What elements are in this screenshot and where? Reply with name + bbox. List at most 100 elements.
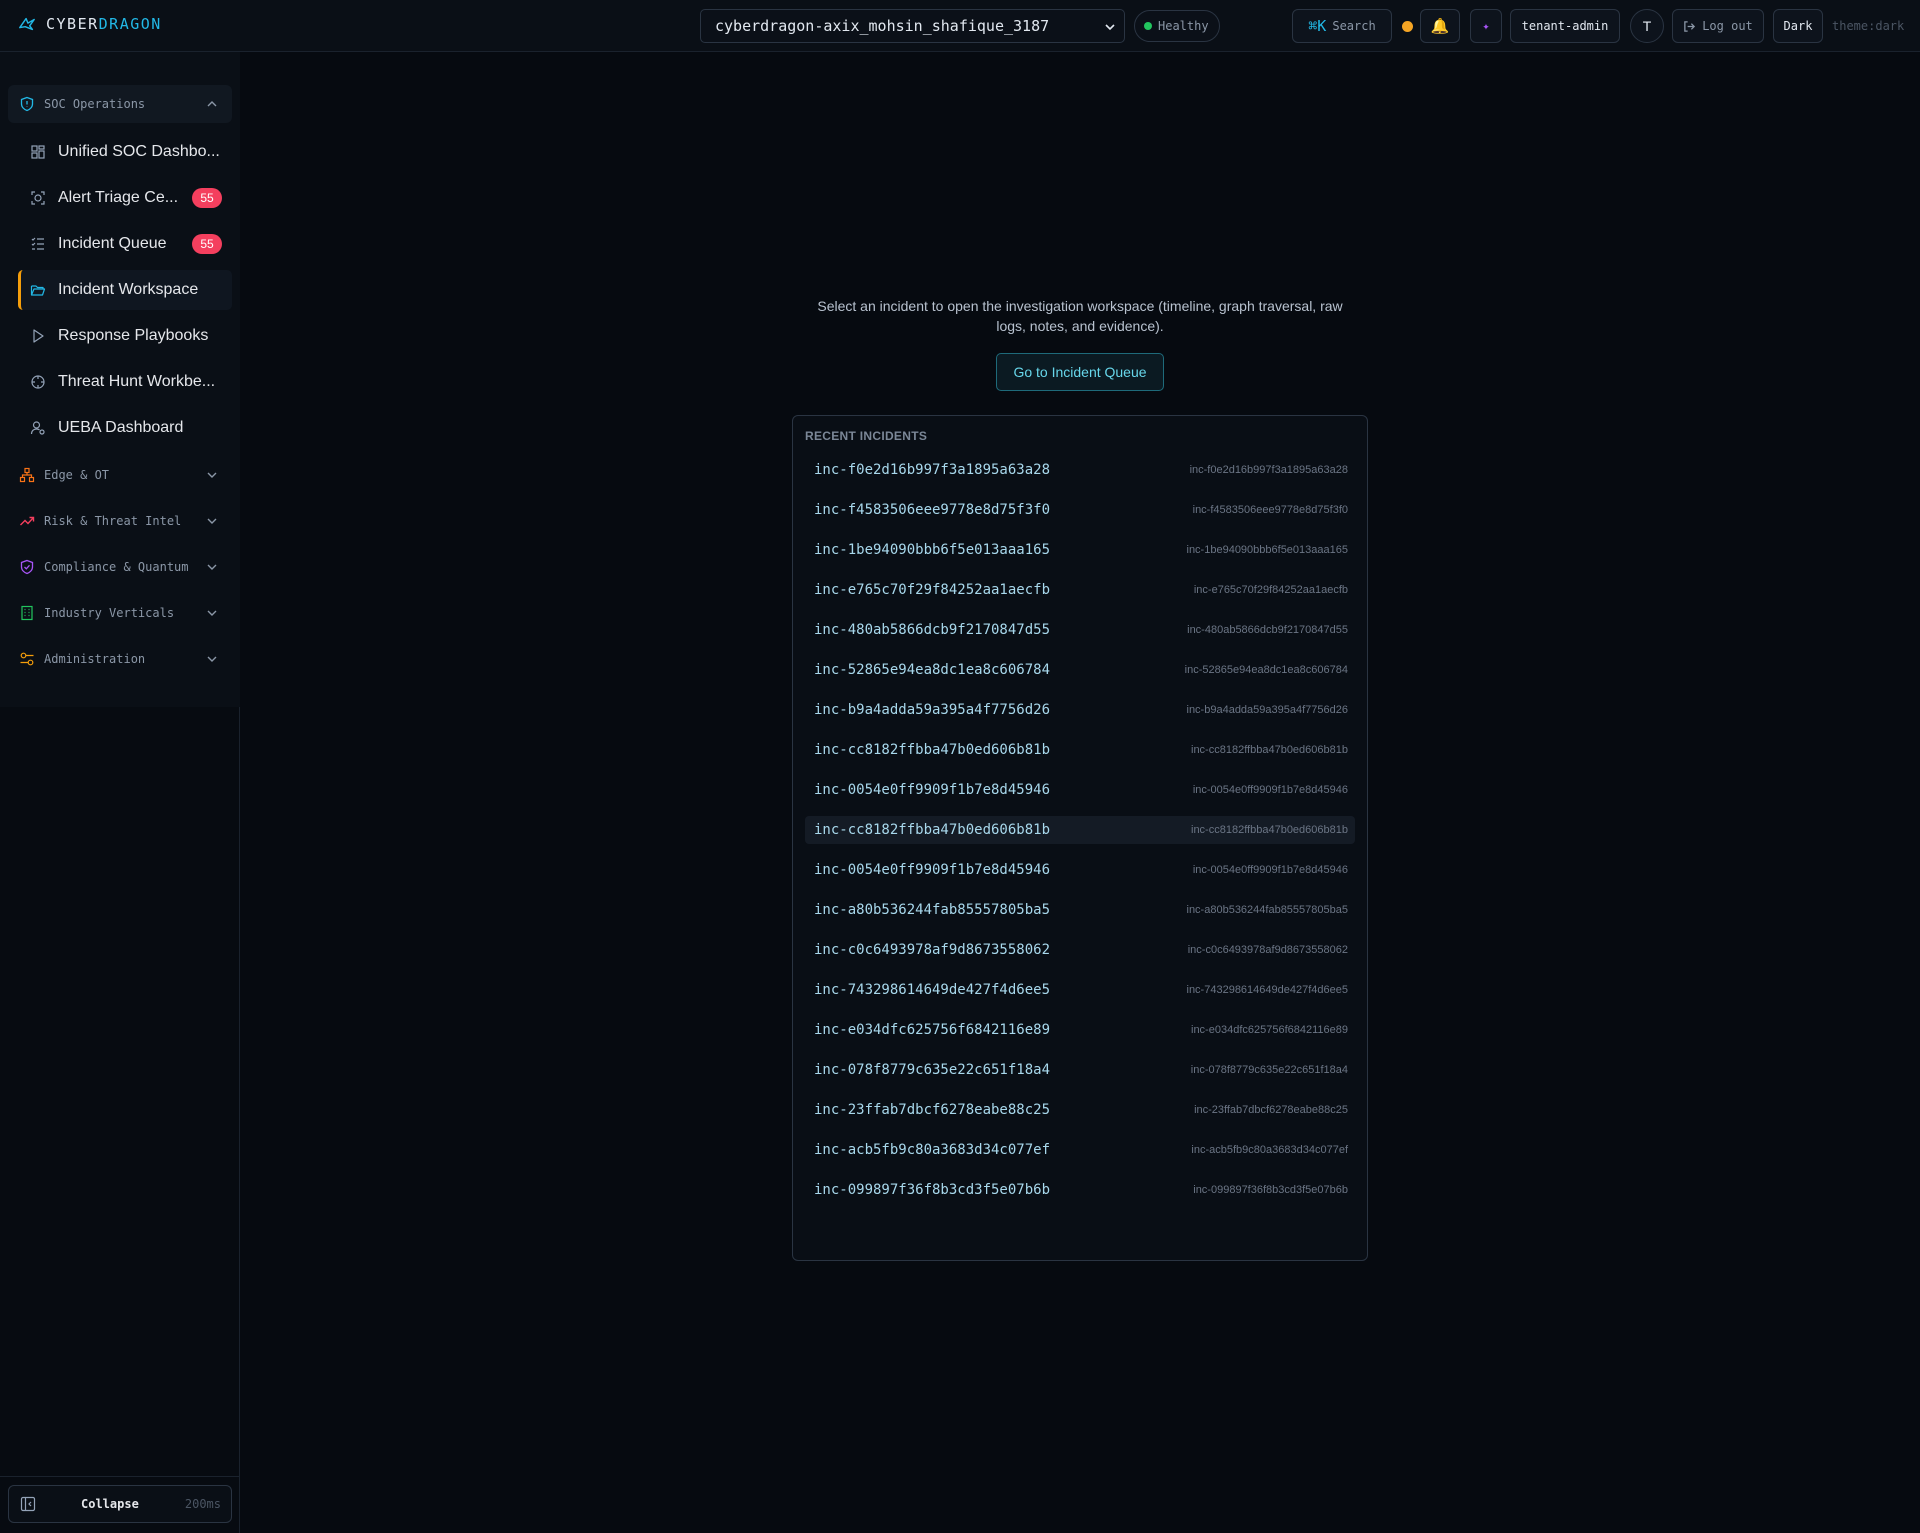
incident-list-item[interactable]: inc-52865e94ea8dc1ea8c606784 inc-52865e94… <box>805 656 1355 684</box>
keyboard-shortcut: ⌘K <box>1308 17 1327 35</box>
incident-list-item[interactable]: inc-e034dfc625756f6842116e89 inc-e034dfc6… <box>805 1016 1355 1044</box>
incident-id-secondary: inc-23ffab7dbcf6278eabe88c25 <box>1194 1104 1348 1116</box>
go-to-incident-queue-button[interactable]: Go to Incident Queue <box>996 353 1164 391</box>
chevron-down-icon <box>1105 24 1115 31</box>
incident-id-secondary: inc-1be94090bbb6f5e013aaa165 <box>1186 544 1349 556</box>
nav-group-compliance-quantum[interactable]: Compliance & Quantum <box>8 548 232 586</box>
recent-incidents-title: RECENT INCIDENTS <box>805 429 928 443</box>
tenant-select[interactable]: cyberdragon-axix_mohsin_shafique_3187 <box>700 9 1125 43</box>
chevron-down-icon <box>207 518 217 524</box>
chevron-up-icon <box>207 101 217 107</box>
incident-id-secondary: inc-e034dfc625756f6842116e89 <box>1191 1024 1348 1036</box>
incident-id: inc-f0e2d16b997f3a1895a63a28 <box>814 462 1051 478</box>
incident-id: inc-0054e0ff9909f1b7e8d45946 <box>814 862 1051 878</box>
incident-id-secondary: inc-0054e0ff9909f1b7e8d45946 <box>1192 784 1348 796</box>
collapse-sidebar-button[interactable]: Collapse 200ms <box>8 1485 232 1523</box>
building-icon <box>21 605 33 621</box>
search-button[interactable]: ⌘K Search <box>1292 9 1392 43</box>
settings-sliders-icon <box>20 652 34 666</box>
incident-id: inc-23ffab7dbcf6278eabe88c25 <box>814 1102 1051 1118</box>
sidebar: SOC Operations Unified SOC Dashbo... Ale… <box>0 52 240 1533</box>
dragon-logo-icon <box>19 17 35 31</box>
crosshair-icon <box>31 375 45 389</box>
incident-id-secondary: inc-099897f36f8b3cd3f5e07b6b <box>1193 1184 1348 1196</box>
role-button[interactable]: tenant-admin <box>1510 9 1620 43</box>
chevron-down-icon <box>207 610 217 616</box>
incident-list-item[interactable]: inc-acb5fb9c80a3683d34c077ef inc-acb5fb9c… <box>805 1136 1355 1164</box>
sidebar-item-ueba-dashboard[interactable]: UEBA Dashboard <box>18 408 232 448</box>
incident-list-item[interactable]: inc-f4583506eee9778e8d75f3f0 inc-f4583506… <box>805 496 1355 524</box>
incident-id-secondary: inc-f0e2d16b997f3a1895a63a28 <box>1189 464 1348 476</box>
sidebar-item-incident-workspace[interactable]: Incident Workspace <box>18 270 232 310</box>
chevron-down-icon <box>207 564 217 570</box>
incident-id-secondary: inc-c0c6493978af9d8673558062 <box>1187 944 1348 956</box>
incident-list-item[interactable]: inc-e765c70f29f84252aa1aecfb inc-e765c70f… <box>805 576 1355 604</box>
nav-group-risk-threat-intel[interactable]: Risk & Threat Intel <box>8 502 232 540</box>
ai-assistant-button[interactable]: ✦ <box>1470 9 1502 43</box>
incident-id-secondary: inc-a80b536244fab85557805ba5 <box>1186 904 1349 916</box>
sidebar-item-alert-triage[interactable]: Alert Triage Ce... 55 <box>18 178 232 218</box>
incident-id: inc-acb5fb9c80a3683d34c077ef <box>814 1142 1051 1158</box>
incident-id-secondary: inc-b9a4adda59a395a4f7756d26 <box>1186 704 1349 716</box>
incident-id-secondary: inc-cc8182ffbba47b0ed606b81b <box>1191 744 1348 756</box>
incident-id: inc-cc8182ffbba47b0ed606b81b <box>814 742 1051 758</box>
brand[interactable]: CYBERDRAGON <box>18 15 162 33</box>
nav-group-administration[interactable]: Administration <box>8 640 232 678</box>
play-icon <box>33 329 44 343</box>
sidebar-item-response-playbooks[interactable]: Response Playbooks <box>18 316 232 356</box>
folder-open-icon <box>30 285 46 296</box>
theme-toggle-button[interactable]: Dark <box>1773 9 1823 43</box>
sidebar-item-incident-queue[interactable]: Incident Queue 55 <box>18 224 232 264</box>
incident-list-item[interactable]: inc-078f8779c635e22c651f18a4 inc-078f8779… <box>805 1056 1355 1084</box>
radar-icon <box>31 191 45 205</box>
incident-list-item[interactable]: inc-743298614649de427f4d6ee5 inc-74329861… <box>805 976 1355 1004</box>
incident-id-secondary: inc-cc8182ffbba47b0ed606b81b <box>1191 824 1348 836</box>
incident-id-secondary: inc-f4583506eee9778e8d75f3f0 <box>1192 504 1348 516</box>
incident-id-secondary: inc-e765c70f29f84252aa1aecfb <box>1193 584 1348 596</box>
incident-list-item[interactable]: inc-1be94090bbb6f5e013aaa165 inc-1be94090… <box>805 536 1355 564</box>
incident-id: inc-0054e0ff9909f1b7e8d45946 <box>814 782 1051 798</box>
brand-name: CYBERDRAGON <box>46 15 162 33</box>
nav-group-edge-ot[interactable]: Edge & OT <box>8 456 232 494</box>
incident-id: inc-a80b536244fab85557805ba5 <box>814 902 1051 918</box>
top-bar: CYBERDRAGON cyberdragon-axix_mohsin_shaf… <box>0 0 1920 52</box>
animation-duration: 200ms <box>184 1497 221 1511</box>
shield-icon <box>20 96 34 112</box>
notifications-button[interactable]: 🔔 <box>1420 9 1460 43</box>
incident-id: inc-c0c6493978af9d8673558062 <box>814 942 1051 958</box>
health-status-badge: Healthy <box>1134 10 1220 42</box>
incident-list-item[interactable]: inc-f0e2d16b997f3a1895a63a28 inc-f0e2d16b… <box>805 456 1355 484</box>
incident-list-item[interactable]: inc-099897f36f8b3cd3f5e07b6b inc-099897f3… <box>805 1176 1355 1204</box>
incident-list-item[interactable]: inc-480ab5866dcb9f2170847d55 inc-480ab586… <box>805 616 1355 644</box>
incident-list-item[interactable]: inc-b9a4adda59a395a4f7756d26 inc-b9a4adda… <box>805 696 1355 724</box>
incident-id-secondary: inc-acb5fb9c80a3683d34c077ef <box>1191 1144 1348 1156</box>
nav-group-industry-verticals[interactable]: Industry Verticals <box>8 594 232 632</box>
sidebar-item-unified-soc-dashboard[interactable]: Unified SOC Dashbo... <box>18 132 232 172</box>
nav-group-soc-operations[interactable]: SOC Operations <box>8 85 232 123</box>
incident-id-secondary: inc-52865e94ea8dc1ea8c606784 <box>1184 664 1348 676</box>
incident-id-secondary: inc-0054e0ff9909f1b7e8d45946 <box>1192 864 1348 876</box>
dashboard-grid-icon <box>31 145 45 159</box>
avatar[interactable]: T <box>1630 9 1664 43</box>
status-dot-icon <box>1144 22 1152 30</box>
incident-id: inc-1be94090bbb6f5e013aaa165 <box>814 542 1051 558</box>
incident-list-item[interactable]: inc-23ffab7dbcf6278eabe88c25 inc-23ffab7d… <box>805 1096 1355 1124</box>
logout-button[interactable]: Log out <box>1672 9 1764 43</box>
incident-list-item[interactable]: inc-c0c6493978af9d8673558062 inc-c0c64939… <box>805 936 1355 964</box>
incident-list-item[interactable]: inc-0054e0ff9909f1b7e8d45946 inc-0054e0ff… <box>805 776 1355 804</box>
incident-list-item[interactable]: inc-a80b536244fab85557805ba5 inc-a80b5362… <box>805 896 1355 924</box>
incident-list-item[interactable]: inc-cc8182ffbba47b0ed606b81b inc-cc8182ff… <box>805 816 1355 844</box>
count-badge: 55 <box>192 234 222 254</box>
sidebar-item-threat-hunt[interactable]: Threat Hunt Workbe... <box>18 362 232 402</box>
trending-up-icon <box>20 516 35 526</box>
theme-label: theme:dark <box>1832 19 1905 33</box>
sparkle-icon: ✦ <box>1482 19 1490 33</box>
bell-icon: 🔔 <box>1430 17 1450 35</box>
incident-list-item[interactable]: inc-0054e0ff9909f1b7e8d45946 inc-0054e0ff… <box>805 856 1355 884</box>
list-check-icon <box>31 237 44 250</box>
incident-list-item[interactable]: inc-cc8182ffbba47b0ed606b81b inc-cc8182ff… <box>805 736 1355 764</box>
incident-id: inc-e765c70f29f84252aa1aecfb <box>814 582 1051 598</box>
incident-id: inc-b9a4adda59a395a4f7756d26 <box>814 702 1051 718</box>
empty-state-message: Select an incident to open the investiga… <box>817 298 1343 334</box>
incident-id-secondary: inc-743298614649de427f4d6ee5 <box>1186 984 1349 996</box>
